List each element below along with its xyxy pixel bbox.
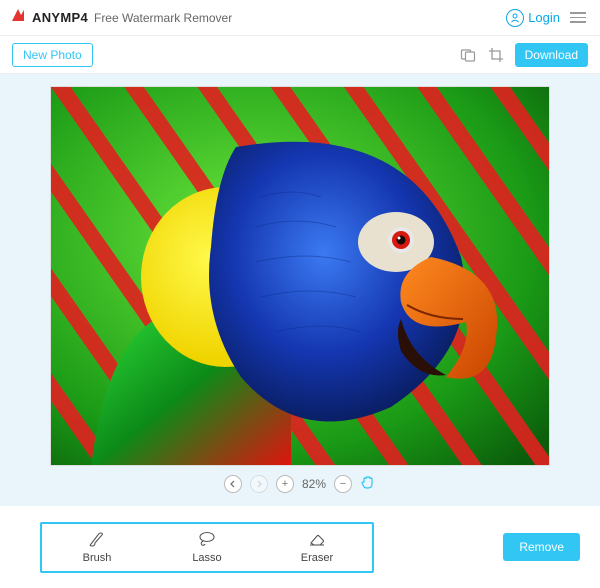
brand-subtitle: Free Watermark Remover bbox=[94, 11, 232, 25]
crop-icon[interactable] bbox=[487, 46, 505, 64]
lasso-label: Lasso bbox=[192, 552, 221, 564]
lasso-icon bbox=[197, 531, 217, 550]
image-canvas[interactable] bbox=[50, 86, 550, 466]
eraser-icon bbox=[308, 531, 326, 550]
brush-tool[interactable]: Brush bbox=[42, 527, 152, 568]
zoom-out-button[interactable]: − bbox=[334, 475, 352, 493]
zoom-controls: + 82% − bbox=[224, 474, 376, 493]
header-right: Login bbox=[506, 9, 588, 27]
undo-button[interactable] bbox=[224, 475, 242, 493]
compare-icon[interactable] bbox=[459, 46, 477, 64]
eraser-tool[interactable]: Eraser bbox=[262, 527, 372, 568]
user-icon bbox=[506, 9, 524, 27]
eraser-label: Eraser bbox=[301, 552, 333, 564]
pan-hand-icon[interactable] bbox=[360, 474, 376, 493]
footer: Brush Lasso Eraser Remove bbox=[0, 506, 600, 588]
brand-name: ANYMP4 bbox=[32, 10, 88, 25]
zoom-in-button[interactable]: + bbox=[276, 475, 294, 493]
redo-button[interactable] bbox=[250, 475, 268, 493]
menu-icon[interactable] bbox=[568, 10, 588, 25]
selection-tool-group: Brush Lasso Eraser bbox=[40, 522, 374, 573]
new-photo-button[interactable]: New Photo bbox=[12, 43, 93, 67]
login-button[interactable]: Login bbox=[506, 9, 560, 27]
toolbar: New Photo Download bbox=[0, 36, 600, 74]
login-label: Login bbox=[528, 10, 560, 25]
download-button[interactable]: Download bbox=[515, 43, 588, 67]
brush-label: Brush bbox=[83, 552, 112, 564]
workspace: + 82% − bbox=[0, 74, 600, 506]
brush-icon bbox=[88, 531, 106, 550]
toolbar-right: Download bbox=[459, 43, 588, 67]
logo-icon bbox=[10, 7, 26, 28]
brand: ANYMP4 Free Watermark Remover bbox=[10, 7, 232, 28]
zoom-value: 82% bbox=[302, 477, 326, 491]
parrot-image bbox=[51, 87, 550, 466]
app-header: ANYMP4 Free Watermark Remover Login bbox=[0, 0, 600, 36]
remove-button[interactable]: Remove bbox=[503, 533, 580, 561]
lasso-tool[interactable]: Lasso bbox=[152, 527, 262, 568]
